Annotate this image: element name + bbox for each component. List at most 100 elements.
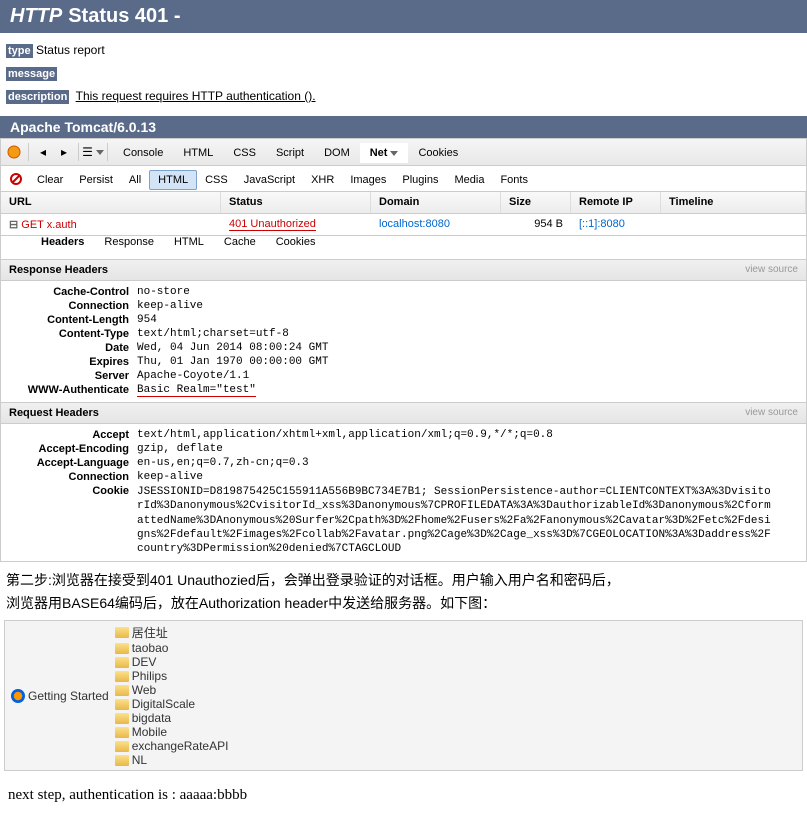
header-value: Basic Realm="test" [137, 384, 256, 397]
filter-all[interactable]: All [121, 171, 149, 189]
header-name: Connection [9, 471, 129, 483]
folder-icon [115, 741, 129, 752]
header-name: Cache-Control [9, 286, 129, 298]
filter-images[interactable]: Images [342, 171, 394, 189]
col-remote[interactable]: Remote IP [571, 192, 661, 213]
folder-icon [115, 727, 129, 738]
chinese-step-line1: 第二步:浏览器在接受到401 Unauthozied后，会弹出登录验证的对话框。… [0, 562, 807, 593]
filter-media[interactable]: Media [446, 171, 492, 189]
request-headers-title: Request Headers view source [0, 403, 807, 424]
detail-tab-response[interactable]: Response [94, 231, 164, 253]
header-value: text/html,application/xhtml+xml,applicat… [137, 429, 553, 441]
header-value: keep-alive [137, 471, 203, 483]
header-name: Content-Length [9, 314, 129, 326]
col-status[interactable]: Status [221, 192, 371, 213]
type-line: type Status report [0, 33, 807, 62]
bookmark-folder[interactable]: bigdata [115, 711, 229, 725]
header-row: Expires Thu, 01 Jan 1970 00:00:00 GMT [1, 355, 806, 369]
header-name: Accept-Encoding [9, 443, 129, 455]
filter-persist[interactable]: Persist [71, 171, 121, 189]
stop-icon[interactable] [7, 170, 25, 188]
bookmark-folder[interactable]: 居住址 [115, 624, 229, 641]
header-row: Accept text/html,application/xhtml+xml,ap… [1, 428, 806, 442]
header-name: WWW-Authenticate [9, 384, 129, 397]
collapse-icon[interactable]: ⊟ [9, 219, 18, 231]
request-timeline [661, 214, 806, 235]
tab-script[interactable]: Script [266, 143, 314, 163]
bookmark-folder[interactable]: DEV [115, 655, 229, 669]
filter-html[interactable]: HTML [149, 170, 197, 190]
header-value: Wed, 04 Jun 2014 08:00:24 GMT [137, 342, 328, 354]
bookmark-folder[interactable]: DigitalScale [115, 697, 229, 711]
header-row: Content-Length954 [1, 313, 806, 327]
type-value: Status report [36, 43, 105, 57]
tab-net[interactable]: Net [360, 143, 409, 163]
header-value: keep-alive [137, 300, 203, 312]
col-size[interactable]: Size [501, 192, 571, 213]
header-value: Thu, 01 Jan 1970 00:00:00 GMT [137, 356, 328, 368]
message-line: message [0, 62, 807, 85]
detail-tab-html[interactable]: HTML [164, 231, 214, 253]
filter-css[interactable]: CSS [197, 171, 236, 189]
bookmark-folder[interactable]: exchangeRateAPI [115, 739, 229, 753]
header-value: no-store [137, 286, 190, 298]
folder-icon [115, 713, 129, 724]
col-timeline[interactable]: Timeline [661, 192, 806, 213]
bookmark-getting-started[interactable]: Getting Started [11, 689, 109, 703]
header-name: Accept-Language [9, 457, 129, 469]
request-size: 954 B [501, 214, 571, 235]
detail-tab-headers[interactable]: Headers [31, 231, 94, 253]
detail-tab-cache[interactable]: Cache [214, 231, 266, 253]
tab-console[interactable]: Console [113, 143, 173, 163]
header-row: DateWed, 04 Jun 2014 08:00:24 GMT [1, 341, 806, 355]
next-step-text: next step, authentication is : aaaaa:bbb… [0, 775, 807, 816]
tab-cookies[interactable]: Cookies [408, 143, 468, 163]
response-headers-title: Response Headers view source [0, 260, 807, 281]
header-name: Accept [9, 429, 129, 441]
col-url[interactable]: URL [1, 192, 221, 213]
bookmark-folder[interactable]: NL [115, 753, 229, 767]
tab-html[interactable]: HTML [173, 143, 223, 163]
header-row: Connection keep-alive [1, 299, 806, 313]
header-name: Content-Type [9, 328, 129, 340]
header-name: Connection [9, 300, 129, 312]
col-domain[interactable]: Domain [371, 192, 501, 213]
network-grid-header: URL Status Domain Size Remote IP Timelin… [0, 192, 807, 214]
list-icon[interactable]: ☰ [84, 143, 102, 161]
request-domain: localhost:8080 [371, 214, 501, 235]
detail-tab-cookies[interactable]: Cookies [266, 231, 326, 253]
folder-icon [115, 671, 129, 682]
http-status-text: Status 401 - [68, 5, 180, 28]
header-row: WWW-Authenticate Basic Realm="test" [1, 383, 806, 398]
filter-clear[interactable]: Clear [29, 171, 71, 189]
devtools-toolbar: ◂ ▸ ☰ ConsoleHTMLCSSScriptDOMNetCookies [0, 138, 807, 166]
view-source-link-2[interactable]: view source [745, 407, 798, 419]
description-value: This request requires HTTP authenticatio… [76, 89, 316, 103]
forward-icon[interactable]: ▸ [55, 143, 73, 161]
bookmark-folder[interactable]: Mobile [115, 725, 229, 739]
firebug-icon[interactable] [5, 143, 23, 161]
http-status-banner: HTTP Status 401 - [0, 0, 807, 33]
header-row: Server Apache-Coyote/1.1 [1, 369, 806, 383]
bookmark-folder[interactable]: taobao [115, 641, 229, 655]
header-value: Apache-Coyote/1.1 [137, 370, 249, 382]
header-name: Server [9, 370, 129, 382]
folder-icon [115, 685, 129, 696]
filter-javascript[interactable]: JavaScript [236, 171, 303, 189]
description-label: description [6, 90, 69, 104]
bookmark-folder[interactable]: Web [115, 683, 229, 697]
header-value: gzip, deflate [137, 443, 223, 455]
tab-dom[interactable]: DOM [314, 143, 360, 163]
filter-fonts[interactable]: Fonts [492, 171, 536, 189]
header-row: Accept-Encoding gzip, deflate [1, 442, 806, 456]
back-icon[interactable]: ◂ [34, 143, 52, 161]
bookmark-folder[interactable]: Philips [115, 669, 229, 683]
filter-xhr[interactable]: XHR [303, 171, 342, 189]
request-headers-block: Accept text/html,application/xhtml+xml,ap… [0, 424, 807, 562]
filter-plugins[interactable]: Plugins [394, 171, 446, 189]
view-source-link[interactable]: view source [745, 264, 798, 276]
type-label: type [6, 44, 33, 58]
description-line: description This request requires HTTP a… [0, 85, 807, 108]
header-name: Expires [9, 356, 129, 368]
tab-css[interactable]: CSS [223, 143, 266, 163]
